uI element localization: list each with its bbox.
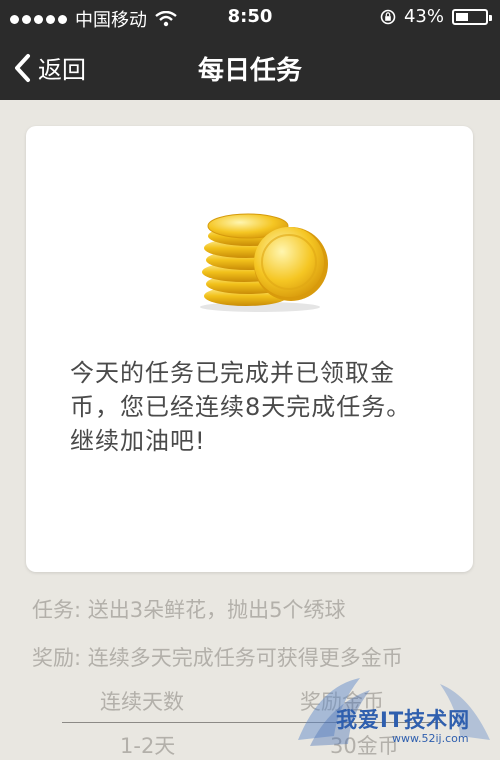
watermark-text: 我爱IT技术网 — [336, 708, 471, 732]
nav-bar: 返回 每日任务 — [0, 34, 500, 100]
task-description: 任务: 送出3朵鲜花，抛出5个绣球 — [32, 598, 346, 622]
page-title: 每日任务 — [197, 56, 302, 86]
battery-icon — [452, 8, 492, 25]
status-right: 43% — [380, 6, 492, 27]
watermark-url: www.52ij.com — [392, 732, 469, 745]
battery-level — [456, 12, 468, 21]
reward-description: 奖励: 连续多天完成任务可获得更多金币 — [32, 646, 403, 670]
status-bar: 中国移动 8:50 43% — [0, 0, 500, 34]
battery-percent: 43% — [403, 6, 444, 27]
task-status-card: 今天的任务已完成并已领取金币，您已经连续8天完成任务。继续加油吧! — [26, 126, 473, 572]
header-days: 连续天数 — [100, 690, 184, 714]
task-complete-message: 今天的任务已完成并已领取金币，您已经连续8天完成任务。继续加油吧! — [70, 359, 412, 455]
row-days: 1-2天 — [120, 734, 176, 758]
rotation-lock-icon — [380, 9, 396, 24]
gold-coins-image — [200, 213, 328, 312]
